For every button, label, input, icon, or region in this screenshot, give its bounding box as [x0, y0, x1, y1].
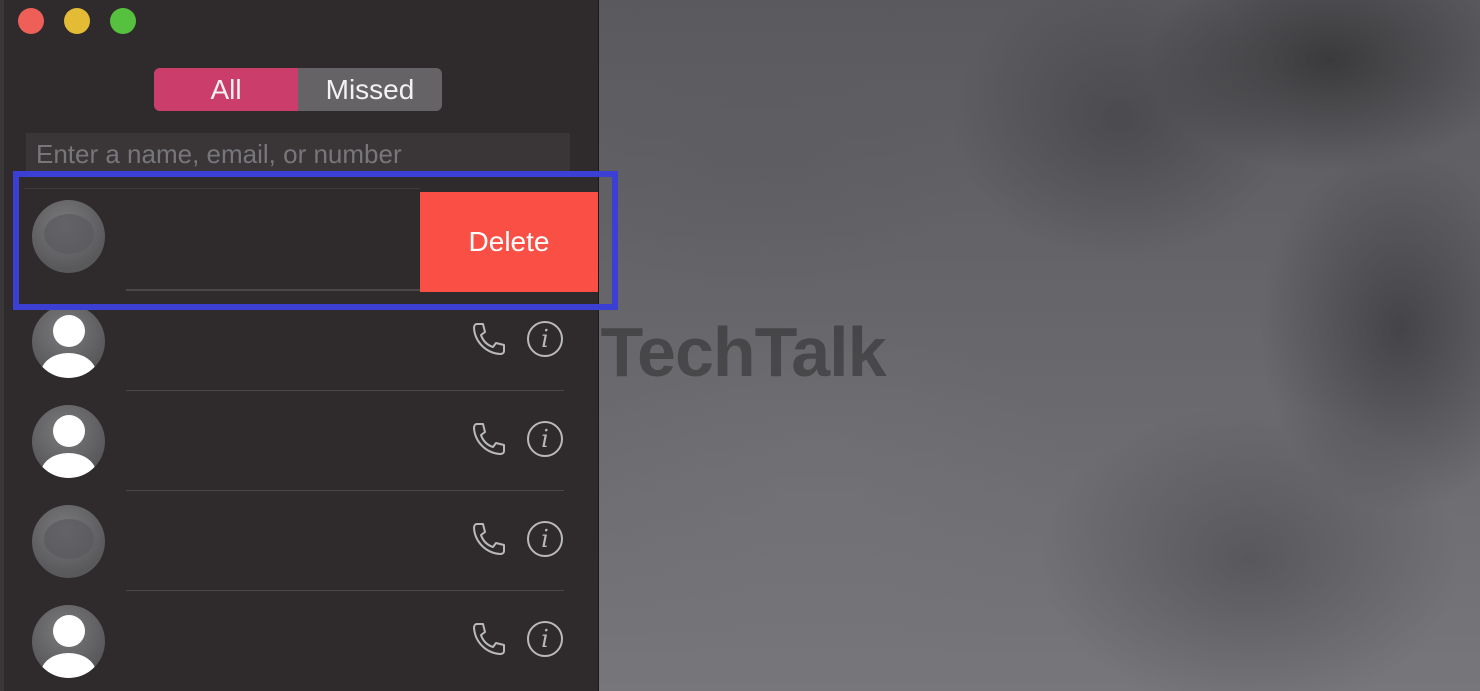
contact-avatar [32, 605, 105, 678]
call-row[interactable]: i [4, 291, 598, 391]
contact-avatar [32, 505, 105, 578]
info-icon[interactable]: i [527, 521, 563, 557]
minimize-window-button[interactable] [64, 8, 90, 34]
phone-icon[interactable] [468, 419, 508, 459]
search-input[interactable] [26, 133, 570, 175]
person-silhouette-head [53, 315, 85, 347]
info-icon[interactable]: i [527, 621, 563, 657]
phone-icon[interactable] [468, 319, 508, 359]
person-silhouette-body [41, 353, 96, 378]
filter-all-tab[interactable]: All [154, 68, 298, 111]
call-row[interactable]: i [4, 591, 598, 691]
contact-avatar [32, 305, 105, 378]
delete-button[interactable]: Delete [420, 192, 598, 292]
watermark-text: iTechTalk [582, 313, 887, 391]
phone-icon[interactable] [468, 519, 508, 559]
phone-icon[interactable] [468, 619, 508, 659]
person-silhouette-body [41, 653, 96, 678]
contact-avatar [32, 405, 105, 478]
call-row[interactable]: i [4, 491, 598, 591]
window-edge [0, 0, 4, 691]
person-silhouette-body [41, 453, 96, 478]
contact-avatar [32, 200, 105, 273]
person-silhouette-head [53, 415, 85, 447]
facetime-sidebar: All Missed Delete i i [4, 0, 599, 691]
call-row[interactable]: i [4, 391, 598, 491]
person-silhouette-head [53, 615, 85, 647]
filter-missed-tab[interactable]: Missed [298, 68, 442, 111]
info-icon[interactable]: i [527, 421, 563, 457]
info-icon[interactable]: i [527, 321, 563, 357]
close-window-button[interactable] [18, 8, 44, 34]
zoom-window-button[interactable] [110, 8, 136, 34]
call-filter-segmented-control: All Missed [154, 68, 442, 111]
